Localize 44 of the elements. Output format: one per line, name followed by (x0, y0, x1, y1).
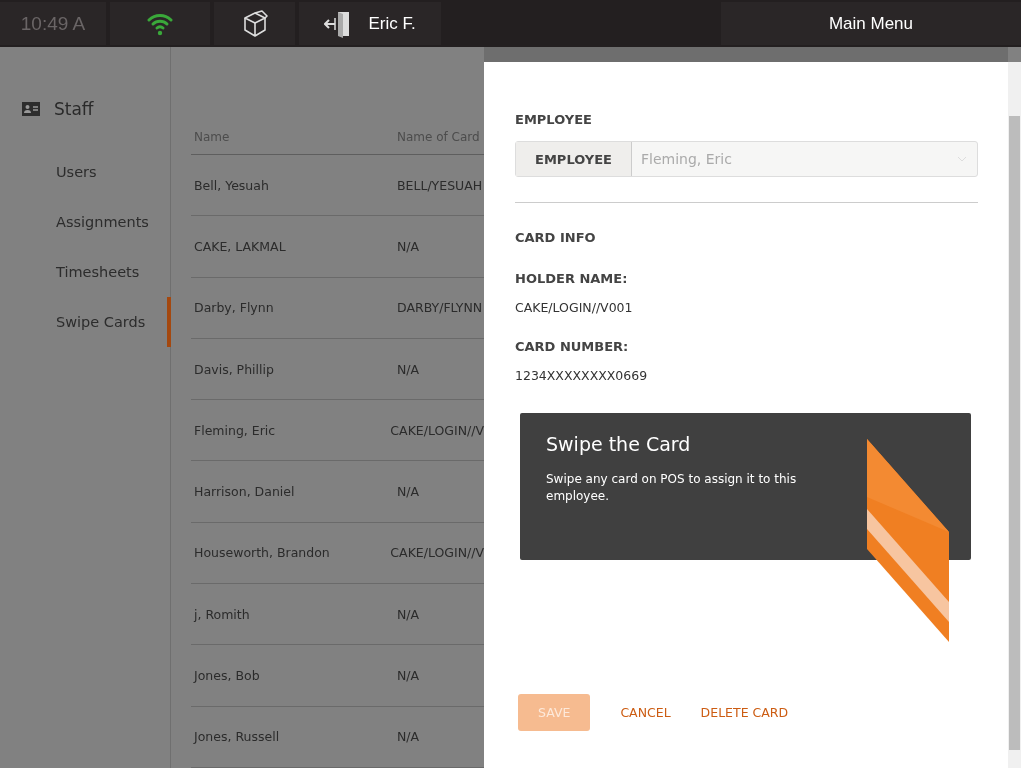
field-label: CARD NUMBER: (515, 339, 630, 354)
table-cell-text: CAKE/LOGIN//V (389, 422, 484, 438)
table-cell-text: CAKE/LOGIN//V (389, 545, 484, 561)
table-cell-text: N/A (396, 729, 420, 745)
table-cell-text: Davis, Phillip (193, 361, 275, 377)
select-value: Fleming, Eric (640, 150, 733, 169)
sidebar-item[interactable]: Assignments (0, 197, 171, 247)
clock-time: 10:49 A (20, 12, 86, 35)
sidebar-item[interactable]: Users (0, 147, 171, 197)
section-heading: EMPLOYEE (515, 112, 593, 127)
table-cell-text: CAKE, LAKMAL (193, 238, 287, 254)
table-cell-text: N/A (396, 668, 420, 683)
user-name: Eric F. (368, 13, 416, 34)
section-heading: CARD INFO (515, 230, 597, 245)
sidebar-item[interactable]: Timesheets (0, 247, 171, 297)
section-title: Staff (54, 99, 94, 119)
card-number-value: 1234XXXXXXXX0669 (515, 368, 649, 383)
panel-title: Swipe the Card (546, 433, 692, 455)
box-icon[interactable] (241, 9, 268, 38)
table-cell-text: N/A (396, 361, 420, 377)
table-cell-text: DARBY/FLYNN (396, 300, 483, 316)
table-cell-text: j, Romith (192, 606, 251, 622)
field-label: HOLDER NAME: (515, 271, 629, 286)
table-cell-text: Jones, Russell (192, 729, 281, 745)
table-cell-text: Jones, Bob (192, 668, 261, 683)
panel-text: Swipe any card on POS to assign it to this employee. (546, 471, 798, 505)
table-cell-text: N/A (396, 606, 420, 622)
table-cell-text: Fleming, Eric (193, 422, 277, 438)
table-cell-text: BELL/YESUAH (396, 177, 483, 193)
table-cell-text: Harrison, Daniel (193, 484, 296, 500)
scrollbar-thumb[interactable] (1009, 116, 1020, 750)
table-cell-text: N/A (396, 238, 420, 254)
field-label: EMPLOYEE (516, 142, 632, 176)
sidebar-item[interactable]: Swipe Cards (0, 297, 171, 347)
id-card-icon (22, 102, 40, 116)
text-button[interactable]: CANCEL (620, 694, 671, 731)
text-button[interactable]: DELETE CARD (700, 694, 789, 731)
main-menu-button[interactable]: Main Menu (721, 2, 1021, 45)
table-cell-text: Houseworth, Brandon (193, 545, 331, 561)
table-cell-text: Darby, Flynn (193, 300, 275, 316)
holder-name-value: CAKE/LOGIN//V001 (515, 300, 634, 315)
chevron-down-icon (957, 156, 967, 162)
table-cell-text: Bell, Yesuah (193, 177, 270, 193)
table-cell-text: N/A (396, 484, 420, 500)
